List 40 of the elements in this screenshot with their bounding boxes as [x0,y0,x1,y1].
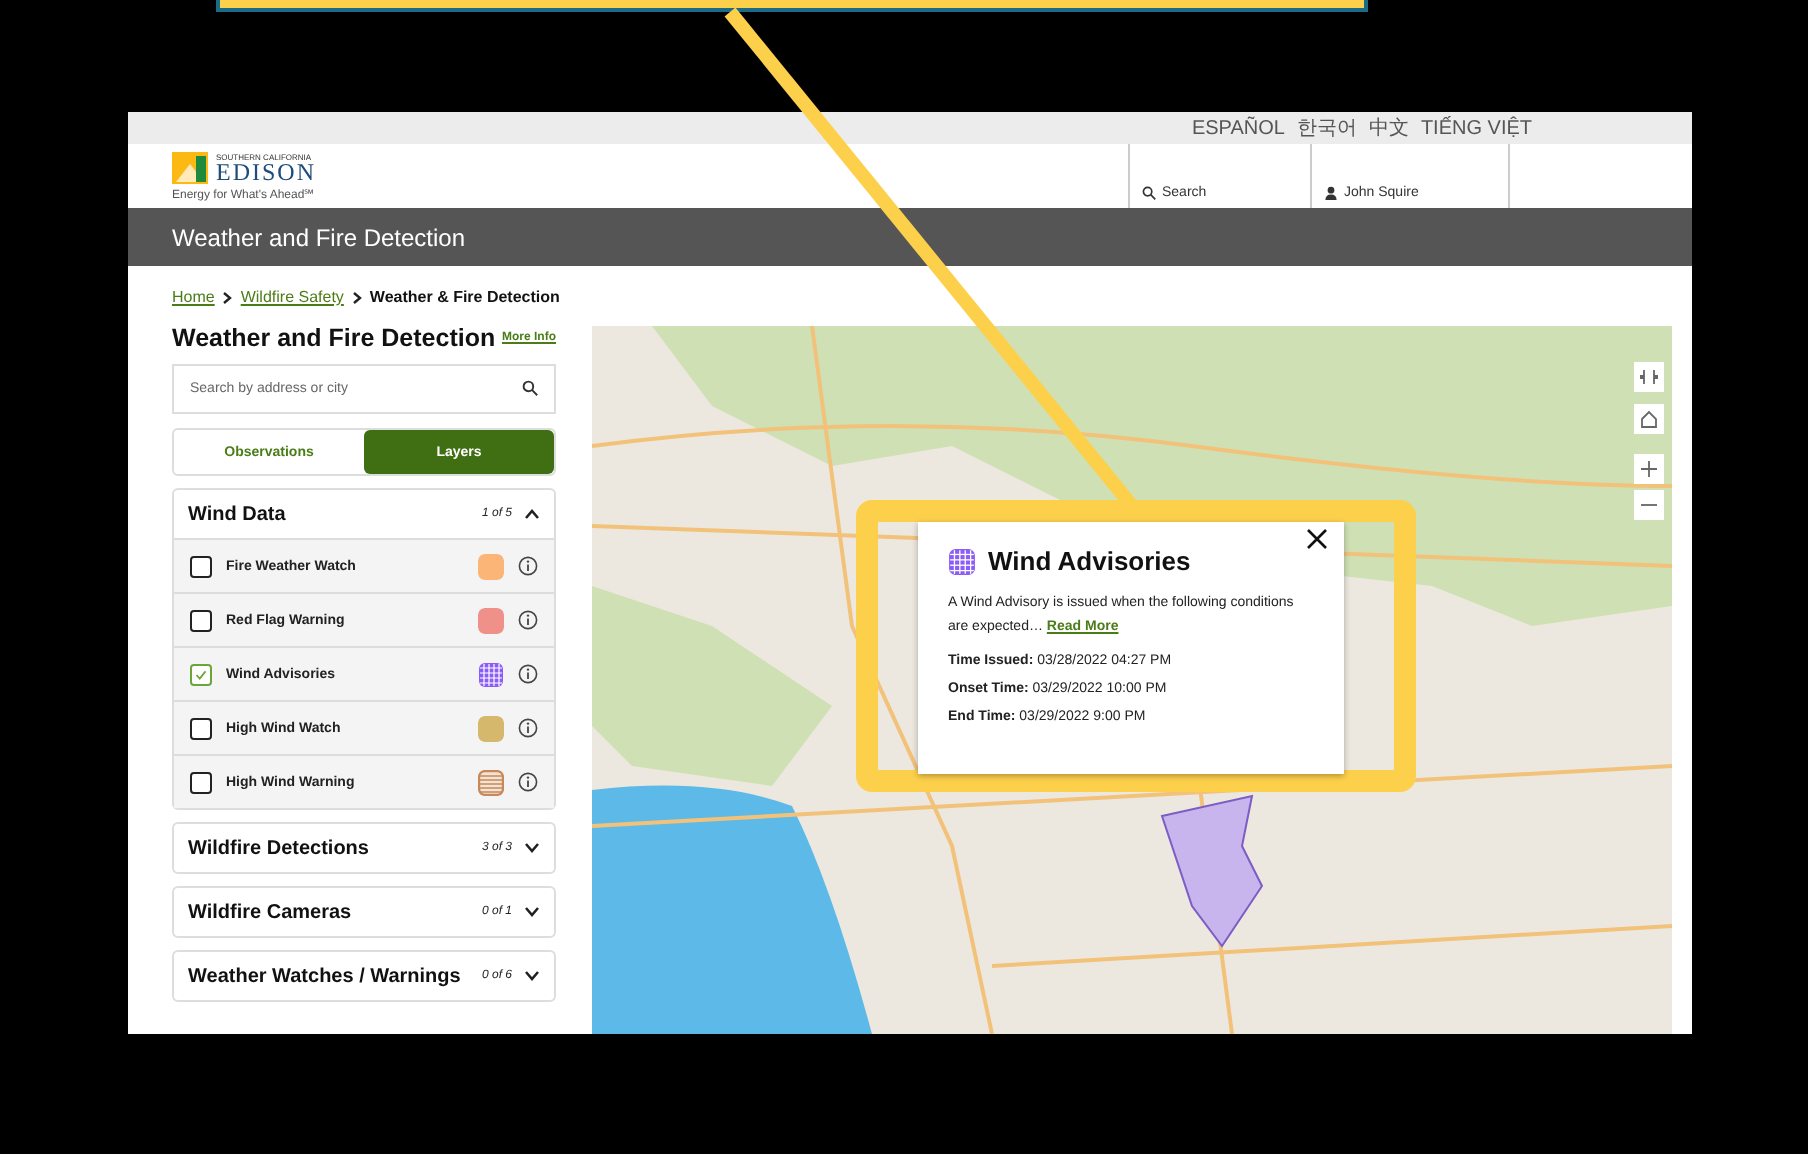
chevron-up-icon [524,508,540,520]
zoom-in-button[interactable] [1634,454,1664,484]
home-icon [1640,410,1658,428]
info-icon[interactable] [518,610,538,630]
checkbox[interactable] [190,609,212,631]
page-title: Weather and Fire Detection [128,208,1692,266]
breadcrumb-link[interactable]: Wildfire Safety [240,288,344,306]
info-icon[interactable] [518,556,538,576]
language-link[interactable]: TIẾNG VIỆT [1420,115,1532,141]
zoom-in-icon [1640,460,1658,478]
info-icon[interactable] [518,664,538,684]
panel-heading: Weather and Fire Detection [172,324,496,352]
person-icon [1324,186,1338,200]
close-icon [1306,528,1328,550]
checkbox[interactable] [190,663,212,685]
popup-title: Wind Advisories [988,546,1191,576]
info-icon[interactable] [518,772,538,792]
language-link[interactable]: ESPAÑOL [1191,115,1285,141]
checkbox[interactable] [190,717,212,739]
language-link[interactable]: 中文 [1368,115,1409,141]
zoom-out-button[interactable] [1634,490,1664,520]
search-icon [1142,186,1156,200]
breadcrumb-current: Weather & Fire Detection [369,288,560,306]
home-button[interactable] [1634,404,1664,434]
chevron-down-icon [524,906,540,918]
checkbox[interactable] [190,771,212,793]
sun-logo-icon [172,151,208,183]
collapse-button[interactable] [1634,362,1664,392]
chevron-right-icon [222,291,233,303]
chevron-down-icon [524,970,540,982]
close-button[interactable] [1306,528,1328,550]
logo-wordmark: EDISON [216,161,316,183]
chevron-down-icon [524,842,540,854]
info-icon[interactable] [518,718,538,738]
collapse-icon [1640,368,1658,386]
checkbox[interactable] [190,555,212,577]
breadcrumb-link[interactable]: Home [172,288,215,306]
language-link[interactable]: 한국어 [1296,115,1357,141]
chevron-right-icon [351,291,362,303]
search-icon [522,380,538,396]
